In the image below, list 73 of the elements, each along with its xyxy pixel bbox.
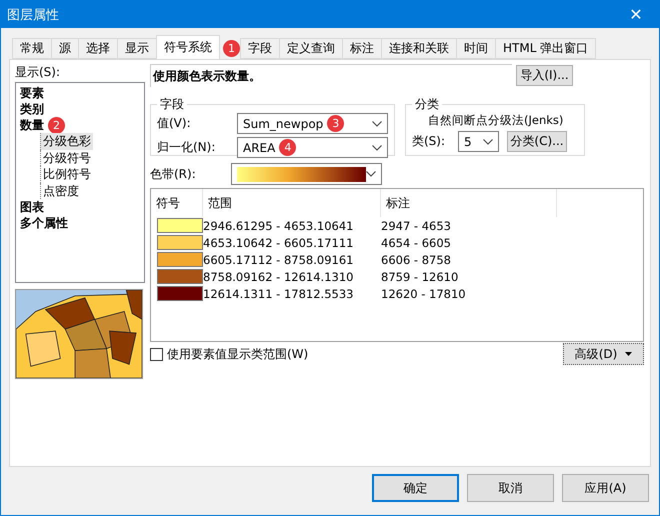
import-button[interactable]: 导入(I)... bbox=[516, 65, 573, 86]
tab[interactable]: 常规 bbox=[12, 38, 52, 59]
classes-label: 类(S): bbox=[412, 133, 446, 150]
range-cell-text: 8758.09162 - 12614.1310 bbox=[203, 270, 354, 284]
tab[interactable]: 字段 bbox=[240, 38, 280, 59]
tab[interactable]: 符号系统 bbox=[156, 35, 220, 59]
checkbox-label: 使用要素值显示类范围(W) bbox=[167, 346, 308, 362]
tab[interactable]: 显示 bbox=[117, 38, 157, 59]
tree-item[interactable]: 图表 bbox=[20, 199, 44, 215]
dialog-button[interactable]: 应用(A) bbox=[562, 474, 649, 502]
tab[interactable]: 标注 bbox=[342, 38, 382, 59]
dialog-button[interactable]: 取消 bbox=[467, 474, 554, 502]
range-cell-text: 6605.17112 - 8758.09161 bbox=[203, 252, 354, 266]
label-cell-text: 12620 - 17810 bbox=[381, 286, 467, 300]
symbol-swatch[interactable] bbox=[157, 235, 203, 250]
window-title: 图层属性 bbox=[7, 6, 59, 24]
tree-item[interactable]: 分级色彩 bbox=[40, 133, 93, 150]
range-cell-text: 4653.10642 - 6605.17111 bbox=[203, 236, 354, 250]
chevron-down-icon bbox=[372, 120, 382, 126]
label-cell-text: 4654 - 6605 bbox=[381, 236, 452, 250]
range-cell-text: 2946.61295 - 4653.10641 bbox=[203, 218, 354, 232]
color-ramp-icon bbox=[237, 166, 366, 182]
symbol-swatch[interactable] bbox=[157, 252, 203, 267]
label-cell-text: 6606 - 8758 bbox=[381, 252, 452, 266]
tab[interactable]: 源 bbox=[51, 38, 79, 59]
show-label: 显示(S): bbox=[15, 64, 62, 81]
classify-button[interactable]: 分类(C)... bbox=[507, 131, 567, 152]
chevron-down-icon bbox=[372, 144, 382, 150]
symbol-swatch[interactable] bbox=[157, 269, 203, 284]
column-header: 标注 bbox=[381, 189, 557, 217]
color-ramp-label: 色带(R): bbox=[150, 166, 197, 182]
column-header: 范围 bbox=[203, 189, 381, 217]
dialog-button[interactable]: 确定 bbox=[372, 474, 459, 502]
label-cell-text: 8759 - 12610 bbox=[381, 270, 460, 284]
value-dropdown[interactable]: Sum_newpop 3 bbox=[237, 113, 388, 134]
normalize-text: AREA bbox=[243, 140, 276, 154]
label-cell-text: 2947 - 4653 bbox=[381, 218, 452, 232]
tree-item[interactable]: 类别 bbox=[20, 101, 44, 117]
tab[interactable]: 连接和关联 bbox=[381, 38, 457, 59]
description-text: 使用颜色表示数量。 bbox=[150, 64, 512, 87]
symbol-swatch[interactable] bbox=[157, 286, 203, 301]
tree-item[interactable]: 比例符号 bbox=[40, 166, 93, 182]
close-button[interactable]: ✕ bbox=[613, 5, 659, 24]
column-header: 符号 bbox=[151, 189, 203, 217]
chevron-down-icon bbox=[366, 171, 376, 177]
value-label: 值(V): bbox=[157, 115, 192, 132]
tree-item[interactable]: 要素 bbox=[20, 85, 44, 101]
step-badge: 3 bbox=[327, 115, 344, 132]
normalize-dropdown[interactable]: AREA 4 bbox=[237, 137, 388, 158]
caret-icon bbox=[625, 352, 632, 356]
method-text: 自然间断点分级法(Jenks) bbox=[427, 113, 564, 128]
tab[interactable]: HTML 弹出窗口 bbox=[495, 38, 596, 59]
range-cell-text: 12614.1311 - 17812.5533 bbox=[203, 286, 354, 300]
step-badge: 4 bbox=[279, 139, 296, 156]
normalize-label: 归一化(N): bbox=[157, 139, 216, 156]
tab[interactable]: 定义查询 bbox=[279, 38, 343, 59]
group-title: 分类 bbox=[414, 96, 440, 113]
step-badge: 1 bbox=[223, 40, 240, 56]
value-text: Sum_newpop bbox=[243, 116, 324, 130]
group-title: 字段 bbox=[159, 96, 185, 113]
chevron-down-icon bbox=[483, 138, 493, 144]
tree-item[interactable]: 分级符号 bbox=[40, 150, 93, 166]
tree-item[interactable]: 点密度 bbox=[40, 182, 81, 199]
tab[interactable]: 选择 bbox=[78, 38, 118, 59]
checkbox[interactable] bbox=[150, 348, 163, 360]
tab[interactable]: 时间 bbox=[456, 38, 496, 59]
classes-dropdown[interactable]: 5 bbox=[458, 131, 499, 152]
tree-item[interactable]: 多个属性 bbox=[20, 215, 68, 231]
symbol-swatch[interactable] bbox=[157, 218, 203, 233]
advanced-button[interactable]: 高级(D) bbox=[563, 343, 644, 365]
tree-item[interactable]: 数量 bbox=[20, 117, 44, 133]
step-badge: 2 bbox=[48, 116, 65, 134]
color-ramp-dropdown[interactable] bbox=[231, 163, 382, 185]
